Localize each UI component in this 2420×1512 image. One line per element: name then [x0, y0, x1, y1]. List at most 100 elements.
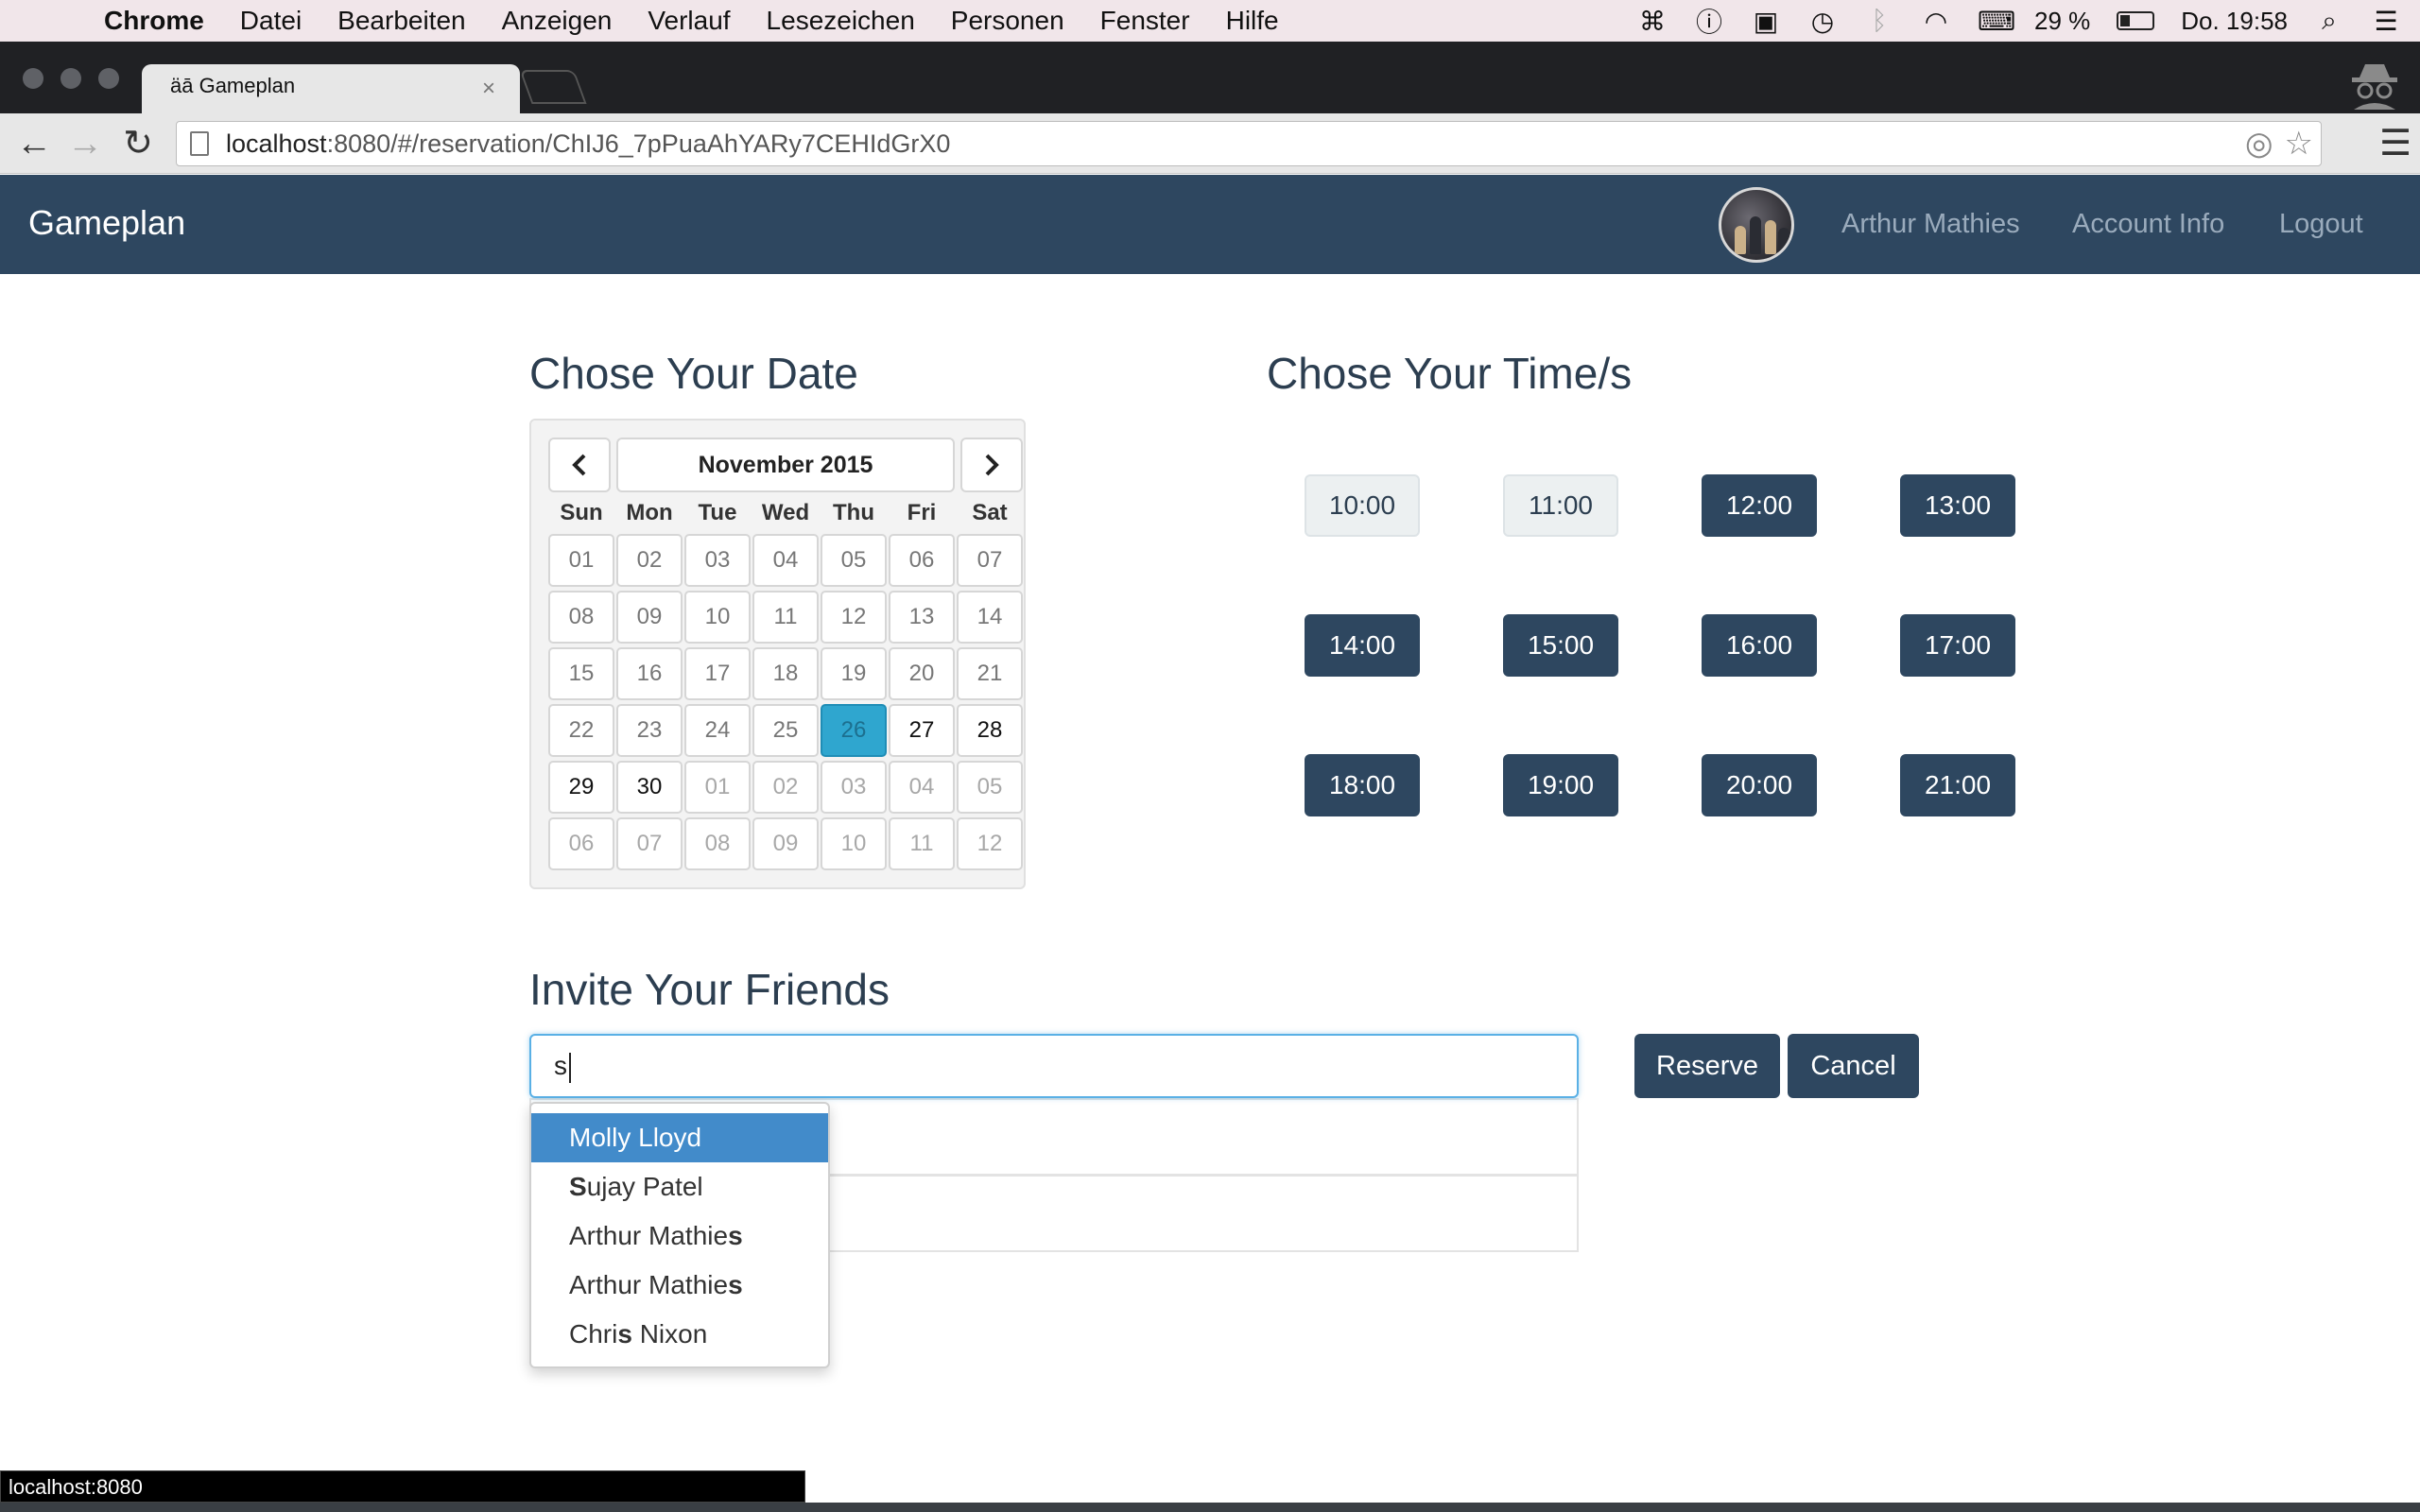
calendar-day[interactable]: 02 [616, 534, 683, 587]
calendar-day[interactable]: 09 [752, 817, 819, 870]
menu-verlauf[interactable]: Verlauf [648, 6, 730, 36]
address-bar[interactable]: localhost:8080/#/reservation/ChIJ6_7pPua… [176, 121, 2322, 166]
next-month-button[interactable] [960, 438, 1023, 492]
calendar-day[interactable]: 15 [548, 647, 614, 700]
friend-suggestion-item[interactable]: Molly Lloyd [531, 1113, 828, 1162]
nav-user-name[interactable]: Arthur Mathies [1841, 209, 2020, 240]
calendar-day[interactable]: 23 [616, 704, 683, 757]
time-slot-button[interactable]: 18:00 [1305, 754, 1420, 816]
calendar-day[interactable]: 29 [548, 761, 614, 814]
time-slot-button[interactable]: 11:00 [1503, 474, 1618, 537]
friend-suggestion-item[interactable]: Arthur Mathies [531, 1211, 828, 1261]
back-icon[interactable]: ← [13, 123, 55, 164]
cancel-button[interactable]: Cancel [1788, 1034, 1919, 1098]
calendar-day[interactable]: 01 [548, 534, 614, 587]
calendar-day[interactable]: 04 [889, 761, 955, 814]
wifi-icon[interactable]: ◠ [1921, 6, 1951, 37]
calendar-day[interactable]: 17 [684, 647, 751, 700]
window-zoom-control[interactable] [98, 68, 119, 89]
prev-month-button[interactable] [548, 438, 611, 492]
location-target-icon[interactable]: ◎ [2245, 122, 2273, 165]
keyboard-icon[interactable]: ⌨ [1978, 6, 2015, 37]
time-slot-button[interactable]: 19:00 [1503, 754, 1618, 816]
time-slot-button[interactable]: 13:00 [1900, 474, 2015, 537]
calendar-day[interactable]: 07 [957, 534, 1023, 587]
friend-suggestion-item[interactable]: Chris Nixon [531, 1310, 828, 1359]
nav-logout[interactable]: Logout [2279, 209, 2363, 240]
calendar-day[interactable]: 11 [889, 817, 955, 870]
friend-suggestion-item[interactable]: Sujay Patel [531, 1162, 828, 1211]
time-slot-button[interactable]: 15:00 [1503, 614, 1618, 677]
calendar-day[interactable]: 02 [752, 761, 819, 814]
menubar-clock[interactable]: Do. 19:58 [2181, 7, 2288, 36]
spotlight-search-icon[interactable]: ⌕ [2314, 6, 2344, 37]
time-slot-button[interactable]: 12:00 [1702, 474, 1817, 537]
time-slot-button[interactable]: 14:00 [1305, 614, 1420, 677]
time-machine-icon[interactable]: ◷ [1807, 6, 1838, 37]
forward-icon[interactable]: → [64, 123, 106, 164]
menu-bearbeiten[interactable]: Bearbeiten [337, 6, 465, 36]
calendar-day[interactable]: 06 [548, 817, 614, 870]
onepassword-icon[interactable]: ⓘ [1694, 2, 1724, 40]
time-slot-button[interactable]: 20:00 [1702, 754, 1817, 816]
new-tab-button[interactable] [519, 70, 587, 104]
calendar-day[interactable]: 04 [752, 534, 819, 587]
menu-hilfe[interactable]: Hilfe [1226, 6, 1279, 36]
notification-center-icon[interactable]: ☰ [2371, 6, 2401, 37]
calendar-day[interactable]: 18 [752, 647, 819, 700]
menu-lesezeichen[interactable]: Lesezeichen [767, 6, 915, 36]
time-slot-button[interactable]: 21:00 [1900, 754, 2015, 816]
bookmark-app-icon[interactable]: ▣ [1751, 6, 1781, 37]
user-avatar[interactable] [1719, 187, 1794, 263]
window-minimize-control[interactable] [60, 68, 81, 89]
time-slot-button[interactable]: 16:00 [1702, 614, 1817, 677]
bookmark-star-icon[interactable]: ☆ [2285, 122, 2313, 165]
calendar-day[interactable]: 01 [684, 761, 751, 814]
calendar-day[interactable]: 03 [684, 534, 751, 587]
calendar-day[interactable]: 20 [889, 647, 955, 700]
invite-friends-input[interactable]: s [529, 1034, 1579, 1098]
reserve-button[interactable]: Reserve [1634, 1034, 1780, 1098]
menu-anzeigen[interactable]: Anzeigen [502, 6, 613, 36]
friend-suggestion-item[interactable]: Arthur Mathies [531, 1261, 828, 1310]
command-icon[interactable]: ⌘ [1637, 6, 1668, 37]
calendar-day[interactable]: 08 [548, 591, 614, 644]
reload-icon[interactable]: ↻ [117, 123, 159, 164]
calendar-day[interactable]: 30 [616, 761, 683, 814]
time-slot-button[interactable]: 17:00 [1900, 614, 2015, 677]
brand-link[interactable]: Gameplan [28, 203, 185, 243]
calendar-day[interactable]: 05 [821, 534, 887, 587]
chrome-menu-icon[interactable]: ☰ [2377, 123, 2414, 164]
nav-account-info[interactable]: Account Info [2072, 209, 2224, 240]
calendar-day[interactable]: 28 [957, 704, 1023, 757]
calendar-day[interactable]: 10 [684, 591, 751, 644]
calendar-day[interactable]: 10 [821, 817, 887, 870]
calendar-day[interactable]: 06 [889, 534, 955, 587]
time-slot-button[interactable]: 10:00 [1305, 474, 1420, 537]
tab-close-icon[interactable]: × [482, 76, 495, 102]
menu-fenster[interactable]: Fenster [1100, 6, 1190, 36]
battery-percent[interactable]: 29 % [2034, 7, 2090, 36]
calendar-day[interactable]: 25 [752, 704, 819, 757]
calendar-day-selected[interactable]: 26 [821, 704, 887, 757]
month-title-button[interactable]: November 2015 [616, 438, 955, 492]
calendar-day[interactable]: 07 [616, 817, 683, 870]
browser-tab-gameplan[interactable]: äā Gameplan × [142, 64, 520, 113]
calendar-day[interactable]: 22 [548, 704, 614, 757]
bluetooth-icon[interactable]: ᛒ [1864, 6, 1894, 36]
calendar-day[interactable]: 24 [684, 704, 751, 757]
calendar-day[interactable]: 12 [821, 591, 887, 644]
calendar-day[interactable]: 09 [616, 591, 683, 644]
calendar-day[interactable]: 03 [821, 761, 887, 814]
battery-icon[interactable] [2117, 11, 2155, 30]
calendar-day[interactable]: 14 [957, 591, 1023, 644]
window-close-control[interactable] [23, 68, 43, 89]
menu-datei[interactable]: Datei [240, 6, 302, 36]
calendar-day[interactable]: 13 [889, 591, 955, 644]
calendar-day[interactable]: 16 [616, 647, 683, 700]
calendar-day[interactable]: 12 [957, 817, 1023, 870]
calendar-day[interactable]: 21 [957, 647, 1023, 700]
menu-app-name[interactable]: Chrome [104, 6, 204, 36]
calendar-day[interactable]: 27 [889, 704, 955, 757]
calendar-day[interactable]: 08 [684, 817, 751, 870]
